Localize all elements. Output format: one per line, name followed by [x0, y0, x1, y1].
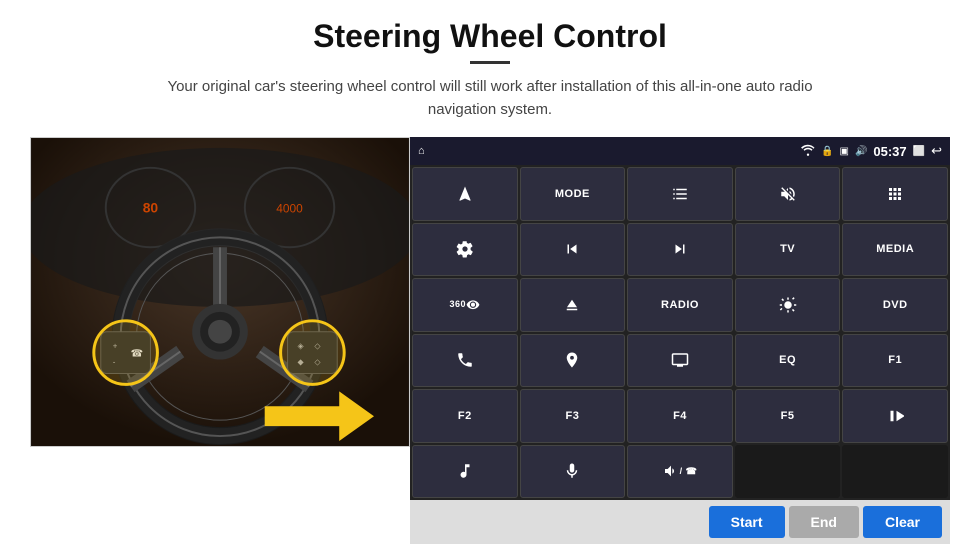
play-pause-button[interactable]: [842, 389, 948, 443]
end-button[interactable]: End: [789, 506, 859, 538]
lock-icon: 🔒: [821, 146, 833, 157]
vol-toggle-button[interactable]: / ☎: [627, 445, 733, 499]
screen-button[interactable]: [627, 334, 733, 388]
mic-button[interactable]: [520, 445, 626, 499]
home-icon[interactable]: ⌂: [418, 145, 425, 157]
svg-text:4000: 4000: [276, 202, 303, 216]
back-icon[interactable]: ↩: [931, 143, 942, 159]
page-container: Steering Wheel Control Your original car…: [0, 0, 980, 544]
steering-wheel-image: 80 4000 +: [30, 137, 410, 447]
title-divider: [470, 61, 510, 64]
dvd-button[interactable]: DVD: [842, 278, 948, 332]
time-display: 05:37: [873, 144, 906, 159]
empty-btn-1: [735, 445, 841, 499]
prev-button[interactable]: [520, 223, 626, 277]
nav-button[interactable]: [412, 167, 518, 221]
cam360-button[interactable]: 360: [412, 278, 518, 332]
f2-button[interactable]: F2: [412, 389, 518, 443]
page-subtitle: Your original car's steering wheel contr…: [140, 76, 840, 121]
eq-button[interactable]: EQ: [735, 334, 841, 388]
content-area: 80 4000 +: [30, 137, 950, 544]
empty-btn-2: [842, 445, 948, 499]
status-right: 🔒 ▣ 🔊 05:37 ⬜ ↩: [801, 143, 942, 159]
status-left: ⌂: [418, 145, 425, 157]
window-icon: ⬜: [913, 146, 925, 157]
apps-button[interactable]: [842, 167, 948, 221]
f4-button[interactable]: F4: [627, 389, 733, 443]
media-button[interactable]: MEDIA: [842, 223, 948, 277]
svg-text:80: 80: [143, 200, 159, 216]
brightness-button[interactable]: [735, 278, 841, 332]
radio-button[interactable]: RADIO: [627, 278, 733, 332]
clear-button[interactable]: Clear: [863, 506, 942, 538]
wifi-icon: [801, 144, 815, 159]
f1-button[interactable]: F1: [842, 334, 948, 388]
settings-button[interactable]: [412, 223, 518, 277]
eject-button[interactable]: [520, 278, 626, 332]
button-grid: MODE TV: [410, 165, 950, 500]
list-button[interactable]: [627, 167, 733, 221]
music-button[interactable]: [412, 445, 518, 499]
page-title: Steering Wheel Control: [313, 18, 667, 55]
mute-button[interactable]: [735, 167, 841, 221]
action-bar: Start End Clear: [410, 500, 950, 544]
start-button[interactable]: Start: [709, 506, 785, 538]
control-panel: ⌂ 🔒 ▣ 🔊 05:37 ⬜ ↩: [410, 137, 950, 544]
mode-button[interactable]: MODE: [520, 167, 626, 221]
next-button[interactable]: [627, 223, 733, 277]
phone-button[interactable]: [412, 334, 518, 388]
f5-button[interactable]: F5: [735, 389, 841, 443]
navigation2-button[interactable]: [520, 334, 626, 388]
sim-icon: ▣: [839, 146, 848, 157]
f3-button[interactable]: F3: [520, 389, 626, 443]
bt-icon: 🔊: [855, 146, 867, 157]
status-bar: ⌂ 🔒 ▣ 🔊 05:37 ⬜ ↩: [410, 137, 950, 165]
tv-button[interactable]: TV: [735, 223, 841, 277]
